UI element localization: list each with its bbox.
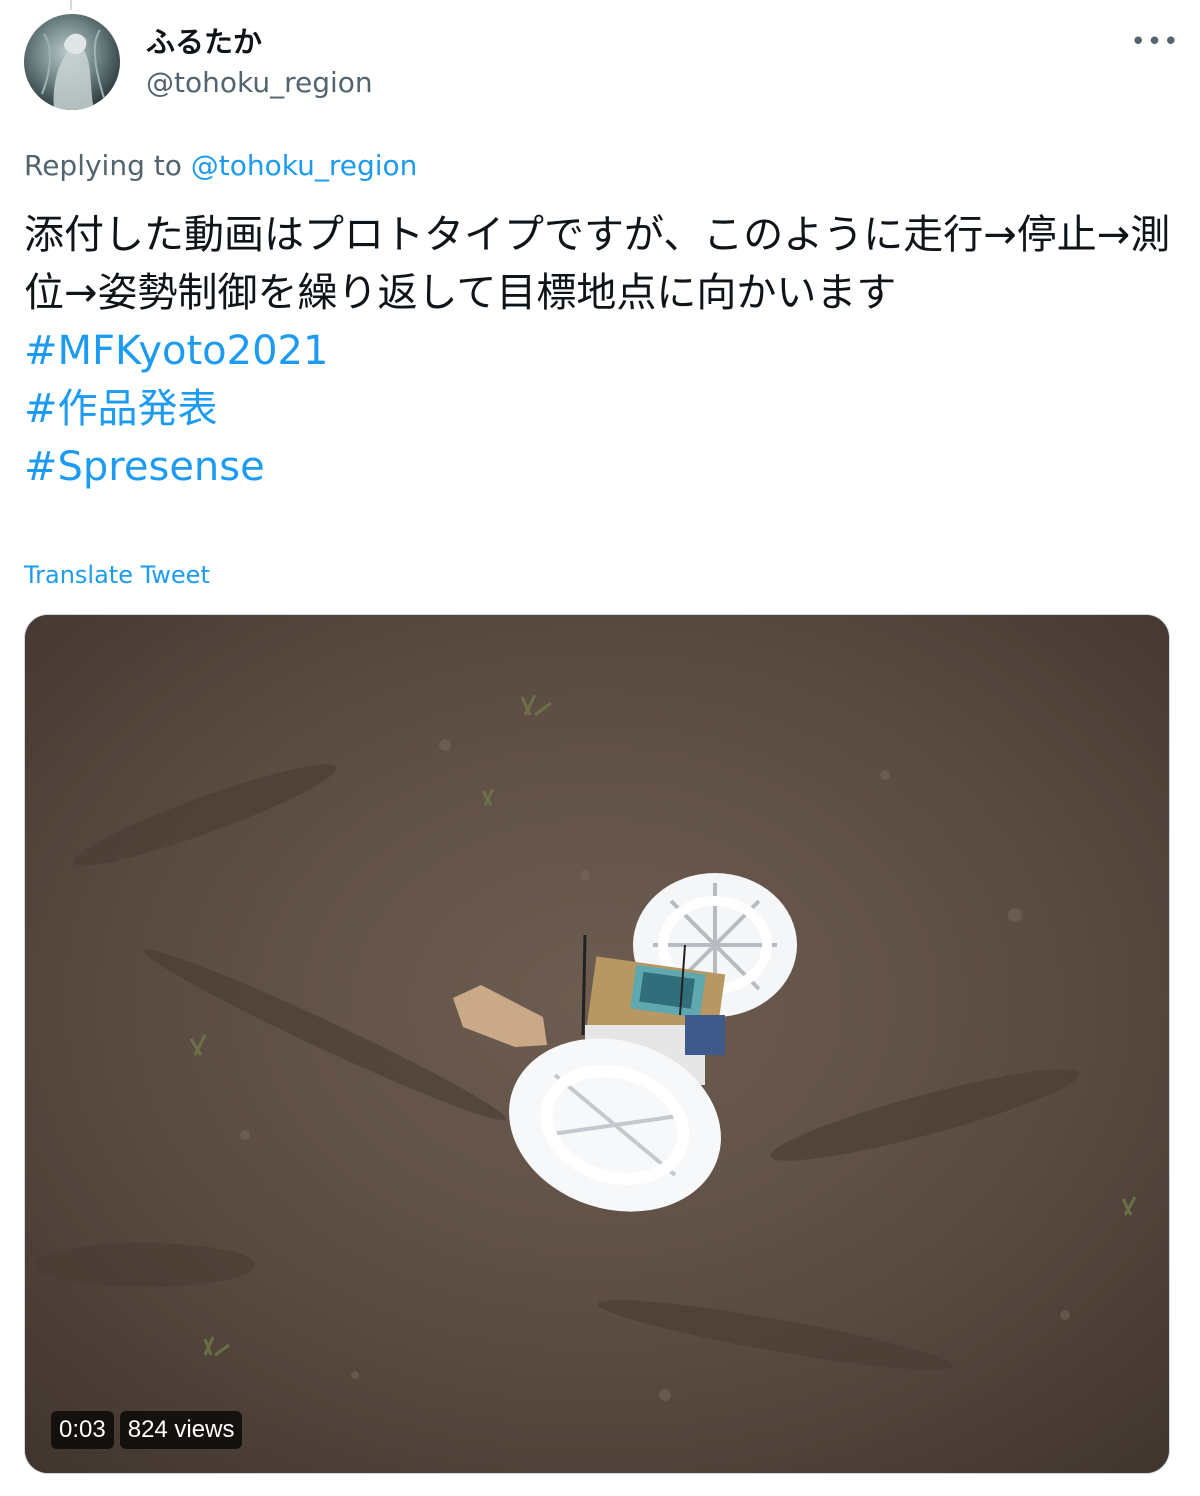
replying-to-prefix: Replying to (24, 149, 182, 182)
tweet-body: 添付した動画はプロトタイプですが、このように走行→停止→測位→姿勢制御を繰り返し… (24, 212, 1171, 316)
author-handle[interactable]: @tohoku_region (146, 66, 373, 100)
translate-tweet-link[interactable]: Translate Tweet (24, 558, 210, 592)
avatar-image (41, 29, 105, 110)
tweet-text: 添付した動画はプロトタイプですが、このように走行→停止→測位→姿勢制御を繰り返し… (24, 206, 1184, 496)
hashtag-link[interactable]: #MFKyoto2021 (24, 322, 1184, 380)
avatar[interactable] (24, 14, 120, 110)
thread-connector-line (70, 0, 72, 10)
video-view-count: 824 views (119, 1411, 243, 1449)
video-frame (25, 615, 1169, 1473)
video-meta: 0:03 824 views (51, 1411, 243, 1449)
video-player[interactable]: 0:03 824 views (24, 614, 1170, 1474)
hashtag-link[interactable]: #Spresense (24, 438, 1184, 496)
hashtag-link[interactable]: #作品発表 (24, 380, 1184, 438)
replying-to: Replying to @tohoku_region (24, 148, 417, 184)
author-display-name[interactable]: ふるたか (146, 24, 262, 60)
video-duration: 0:03 (51, 1411, 114, 1449)
more-horizontal-icon: ••• (1130, 27, 1180, 57)
more-options-button[interactable]: ••• (1130, 24, 1180, 60)
replying-to-handle-link[interactable]: @tohoku_region (191, 149, 418, 182)
